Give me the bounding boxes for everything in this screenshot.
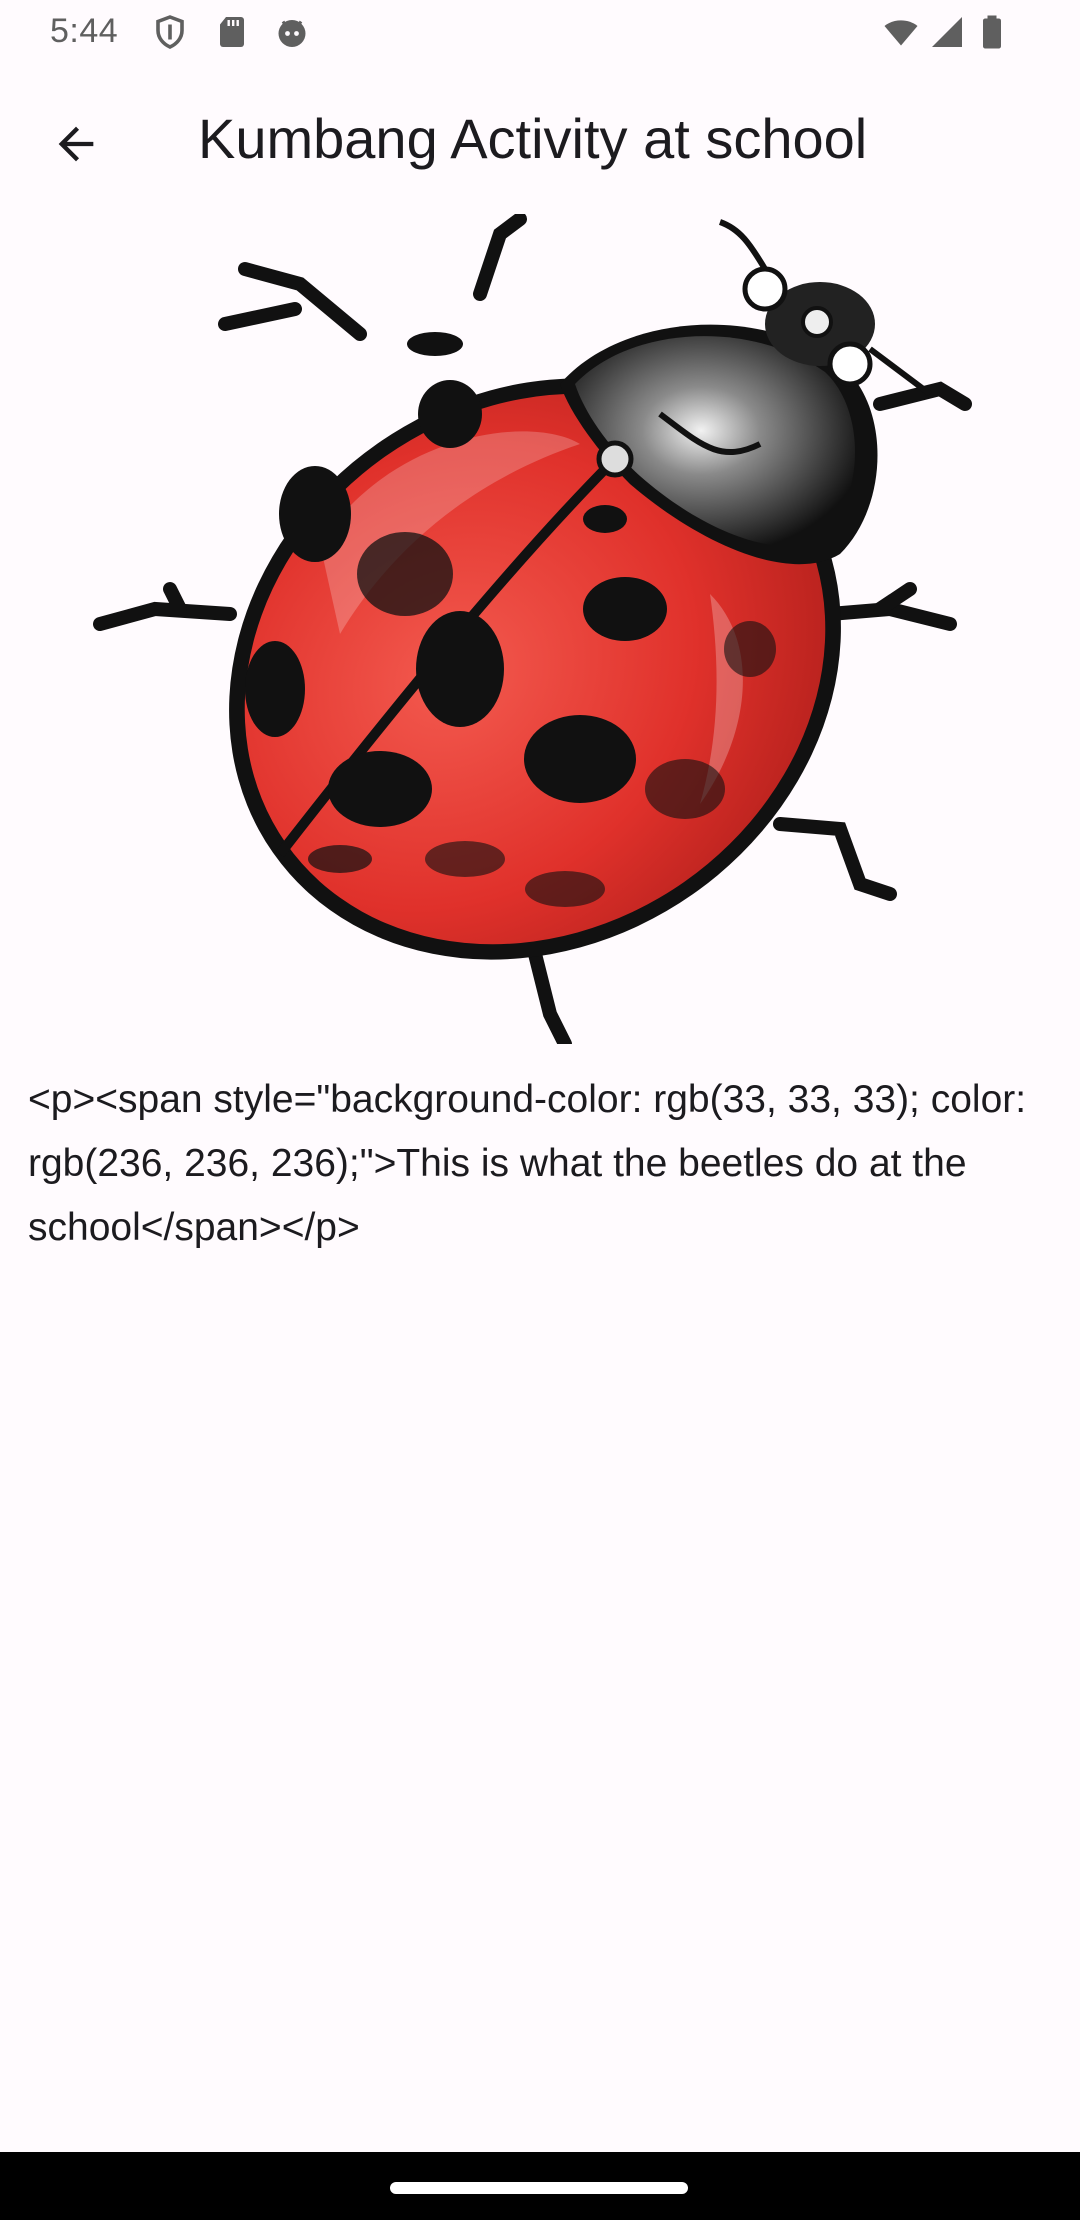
android-face-icon <box>278 20 306 47</box>
sd-card-icon <box>220 17 244 47</box>
top-app-bar: Kumbang Activity at school <box>0 80 1080 204</box>
status-time: 5:44 <box>50 12 119 50</box>
arrow-back-icon <box>58 126 94 162</box>
page-title: Kumbang Activity at school <box>198 107 868 170</box>
shield-icon <box>156 15 184 49</box>
battery-icon <box>983 15 1001 49</box>
cellular-signal-icon <box>932 17 962 47</box>
home-indicator[interactable] <box>390 2182 688 2194</box>
back-button[interactable] <box>36 112 116 176</box>
wifi-icon <box>884 20 918 46</box>
navigation-bar <box>0 2152 1080 2220</box>
activity-description: <p><span style="background-color: rgb(33… <box>28 1078 1027 1249</box>
ladybug-illustration <box>93 214 972 1044</box>
status-bar: 5:44 <box>0 0 1080 64</box>
